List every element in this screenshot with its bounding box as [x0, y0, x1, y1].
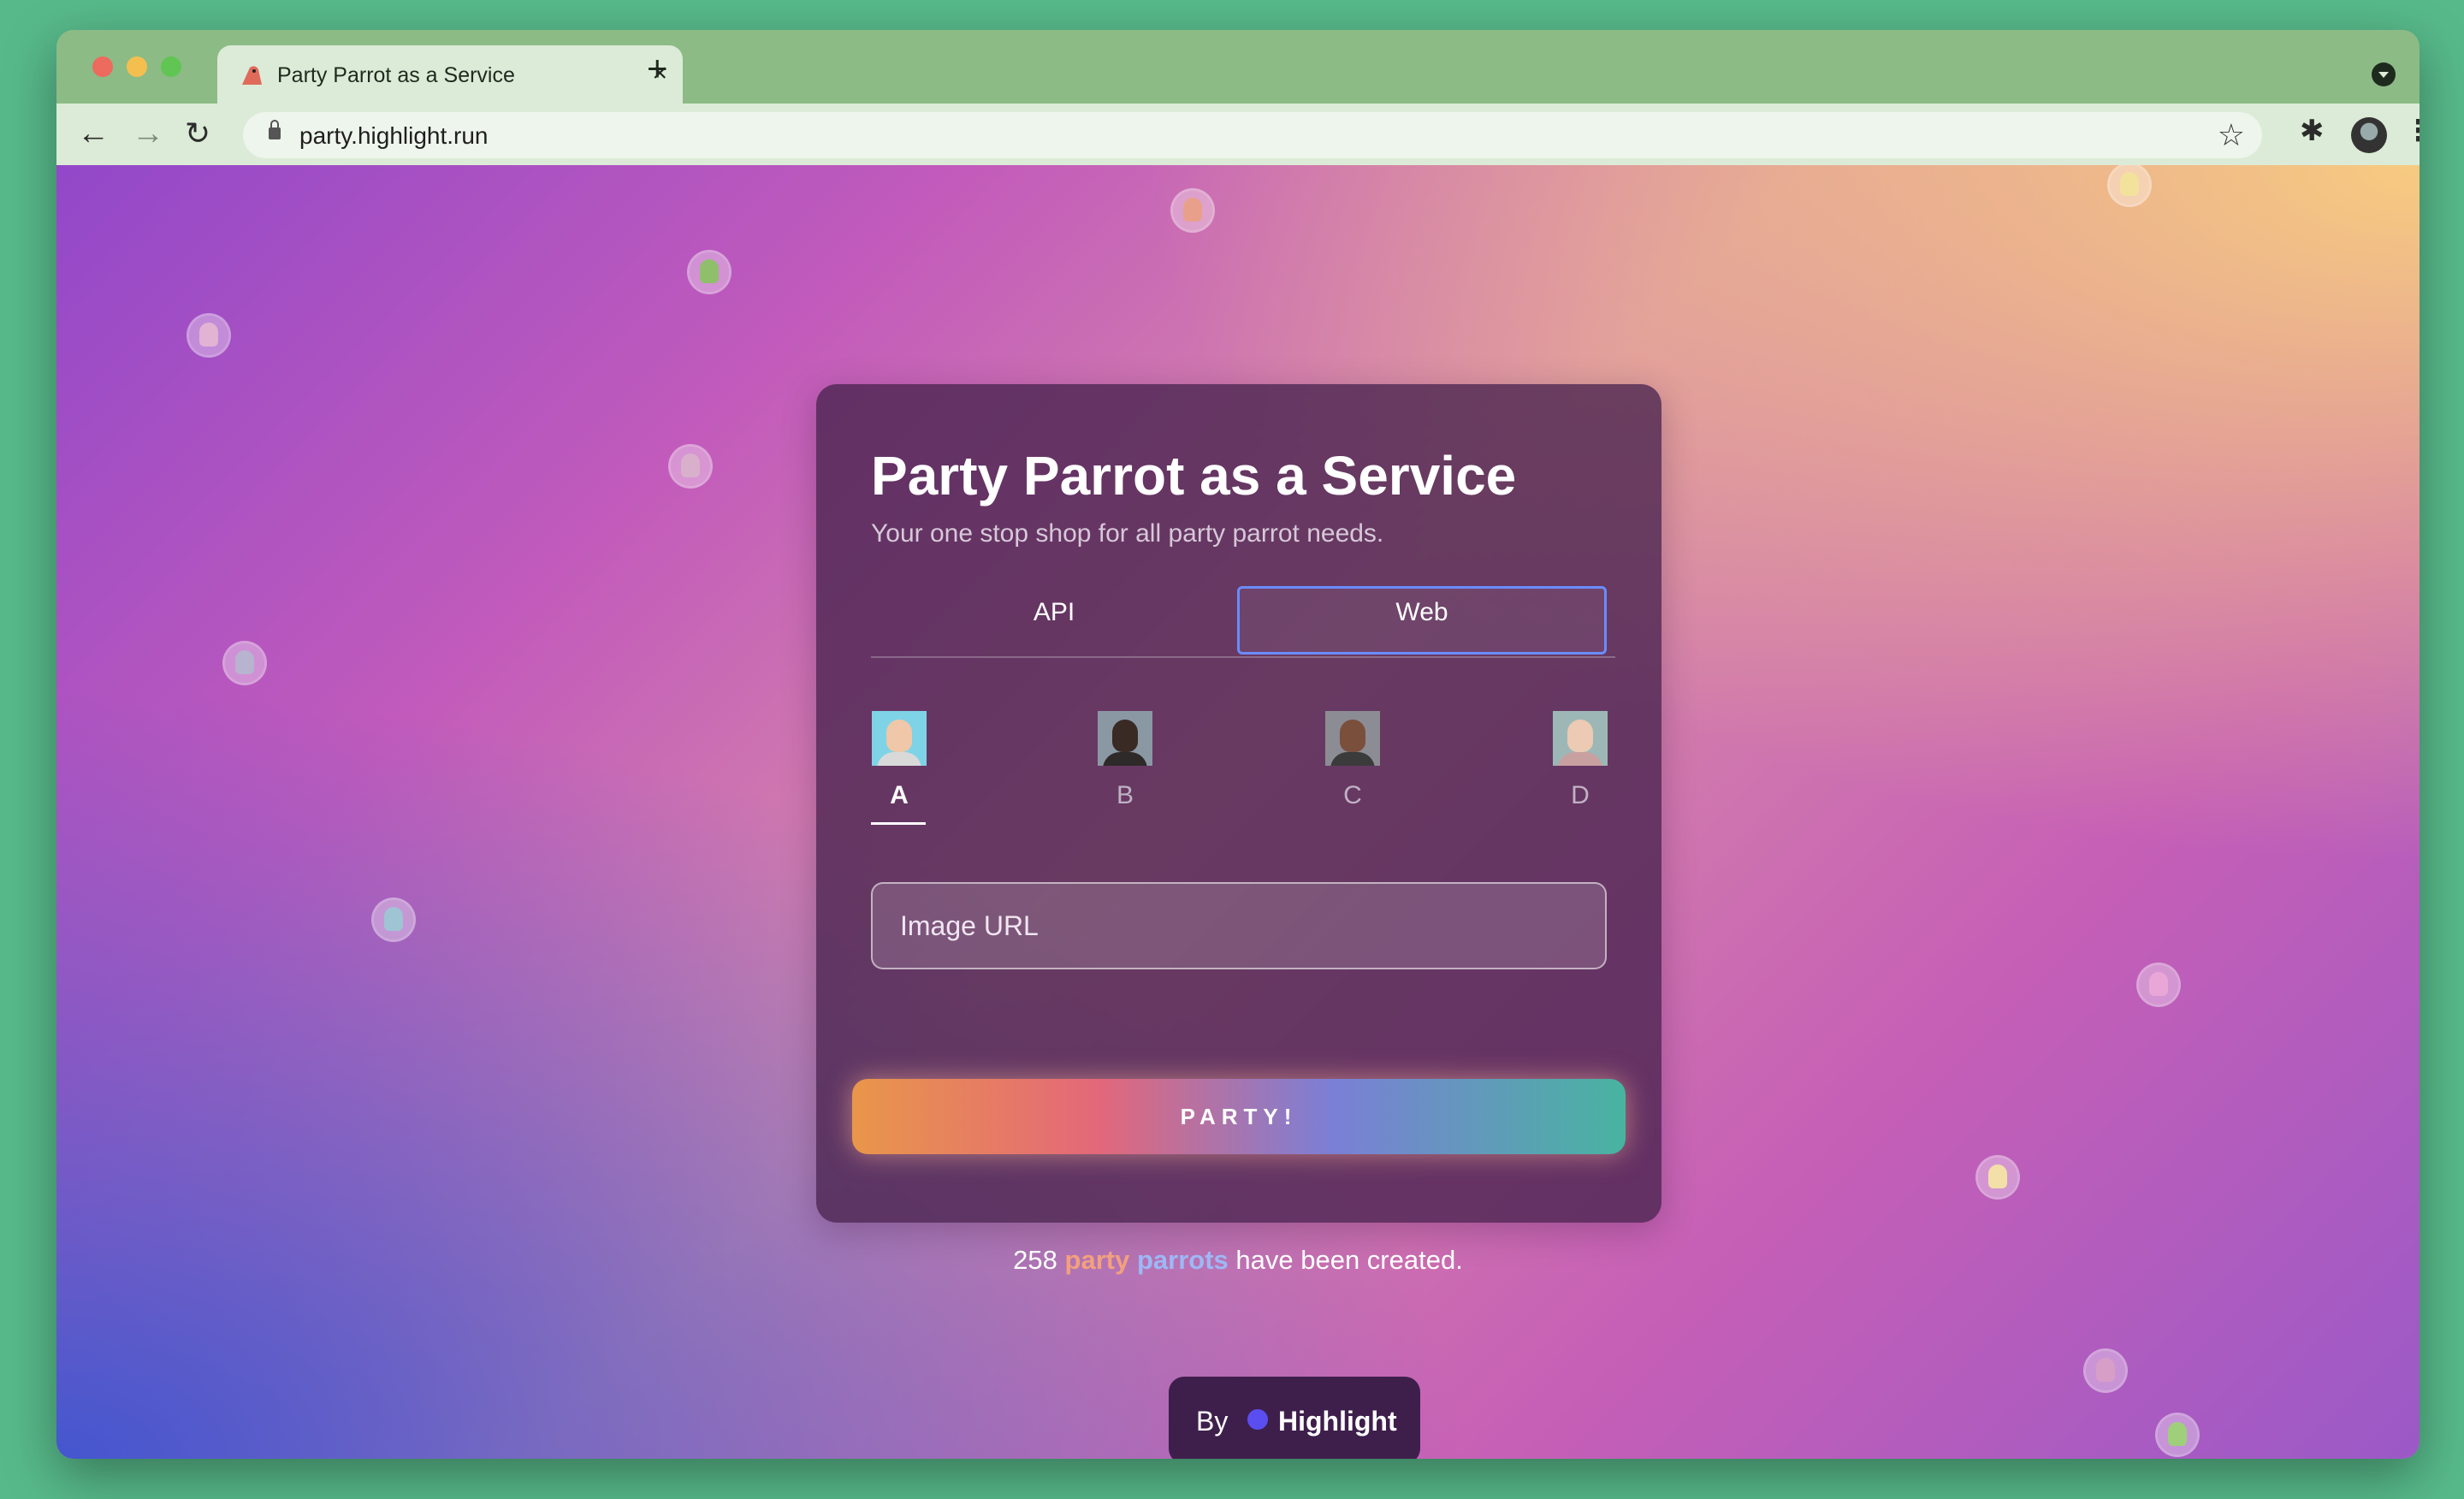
floating-avatar-bubble	[374, 900, 413, 939]
image-url-input[interactable]	[871, 882, 1607, 969]
minimize-window-button[interactable]	[127, 56, 147, 77]
floating-avatar-bubble	[671, 447, 710, 486]
profile-avatar[interactable]	[2351, 117, 2387, 153]
page-content: Party Parrot as a Service Your one stop …	[56, 165, 2420, 1459]
avatar-label: B	[1116, 781, 1134, 809]
parrot-counter: 258 party parrots have been created.	[56, 1245, 2420, 1276]
avatar-option-b[interactable]: B	[1097, 711, 1153, 810]
tab-strip: Party Parrot as a Service × +	[56, 30, 2420, 104]
floating-avatar-bubble	[2110, 165, 2149, 204]
counter-highlight-parrots: parrots	[1136, 1245, 1229, 1275]
tab-api[interactable]: API	[871, 586, 1237, 656]
tab-web[interactable]: Web	[1237, 586, 1607, 655]
floating-avatar-bubble	[2158, 1415, 2197, 1455]
tab-title: Party Parrot as a Service	[277, 63, 515, 87]
avatar-picker: A B C D	[871, 711, 1615, 831]
floating-avatar-bubble	[225, 643, 264, 683]
browser-toolbar: ← → ↻ party.highlight.run ☆ ✱ ⋮	[56, 104, 2420, 166]
highlight-logo-icon	[1247, 1409, 1268, 1430]
maximize-window-button[interactable]	[161, 56, 181, 77]
extensions-puzzle-icon[interactable]: ✱	[2300, 114, 2325, 148]
counter-highlight-party: party	[1064, 1245, 1130, 1275]
page-title: Party Parrot as a Service	[871, 445, 1517, 507]
reload-icon[interactable]: ↻	[185, 114, 210, 153]
avatar-option-c[interactable]: C	[1324, 711, 1381, 810]
floating-avatar-bubble	[2139, 965, 2178, 1004]
parrot-favicon-icon	[242, 66, 262, 85]
floating-avatar-bubble	[1978, 1158, 2017, 1197]
page-subtitle: Your one stop shop for all party parrot …	[871, 519, 1384, 548]
lock-icon	[269, 120, 281, 139]
avatar-photo	[872, 711, 927, 766]
avatar-label: C	[1343, 781, 1362, 809]
tab-search-icon[interactable]	[2372, 62, 2396, 86]
byline-by: By	[1196, 1406, 1229, 1437]
new-tab-button[interactable]: +	[647, 50, 668, 86]
floating-avatar-bubble	[189, 316, 228, 355]
avatar-label: D	[1571, 781, 1590, 809]
url-text[interactable]: party.highlight.run	[299, 122, 489, 150]
highlight-byline-link[interactable]: By Highlight	[1169, 1377, 1420, 1459]
floating-avatar-bubble	[690, 252, 729, 292]
mode-tabs: API Web	[871, 586, 1615, 658]
avatar-option-a[interactable]: A	[871, 711, 927, 825]
parrot-count: 258	[1013, 1245, 1057, 1275]
floating-avatar-bubble	[2086, 1351, 2125, 1390]
byline-brand: Highlight	[1278, 1406, 1397, 1437]
browser-tab[interactable]: Party Parrot as a Service ×	[217, 45, 683, 104]
close-window-button[interactable]	[92, 56, 113, 77]
address-bar[interactable]: party.highlight.run ☆	[243, 112, 2262, 158]
back-arrow-icon[interactable]: ←	[77, 114, 110, 153]
bookmark-star-icon[interactable]: ☆	[2218, 117, 2245, 153]
forward-arrow-icon[interactable]: →	[132, 114, 164, 153]
browser-window: Party Parrot as a Service × + ← → ↻ part…	[56, 30, 2420, 1459]
main-card: Party Parrot as a Service Your one stop …	[816, 384, 1661, 1223]
party-button[interactable]: PARTY!	[852, 1079, 1626, 1154]
browser-menu-icon[interactable]: ⋮	[2404, 114, 2420, 148]
floating-avatar-bubble	[1173, 191, 1212, 230]
avatar-photo	[1553, 711, 1608, 766]
avatar-photo	[1098, 711, 1152, 766]
avatar-photo	[1325, 711, 1380, 766]
avatar-label: A	[890, 781, 909, 809]
counter-suffix: have been created.	[1235, 1245, 1463, 1275]
avatar-option-d[interactable]: D	[1552, 711, 1608, 810]
